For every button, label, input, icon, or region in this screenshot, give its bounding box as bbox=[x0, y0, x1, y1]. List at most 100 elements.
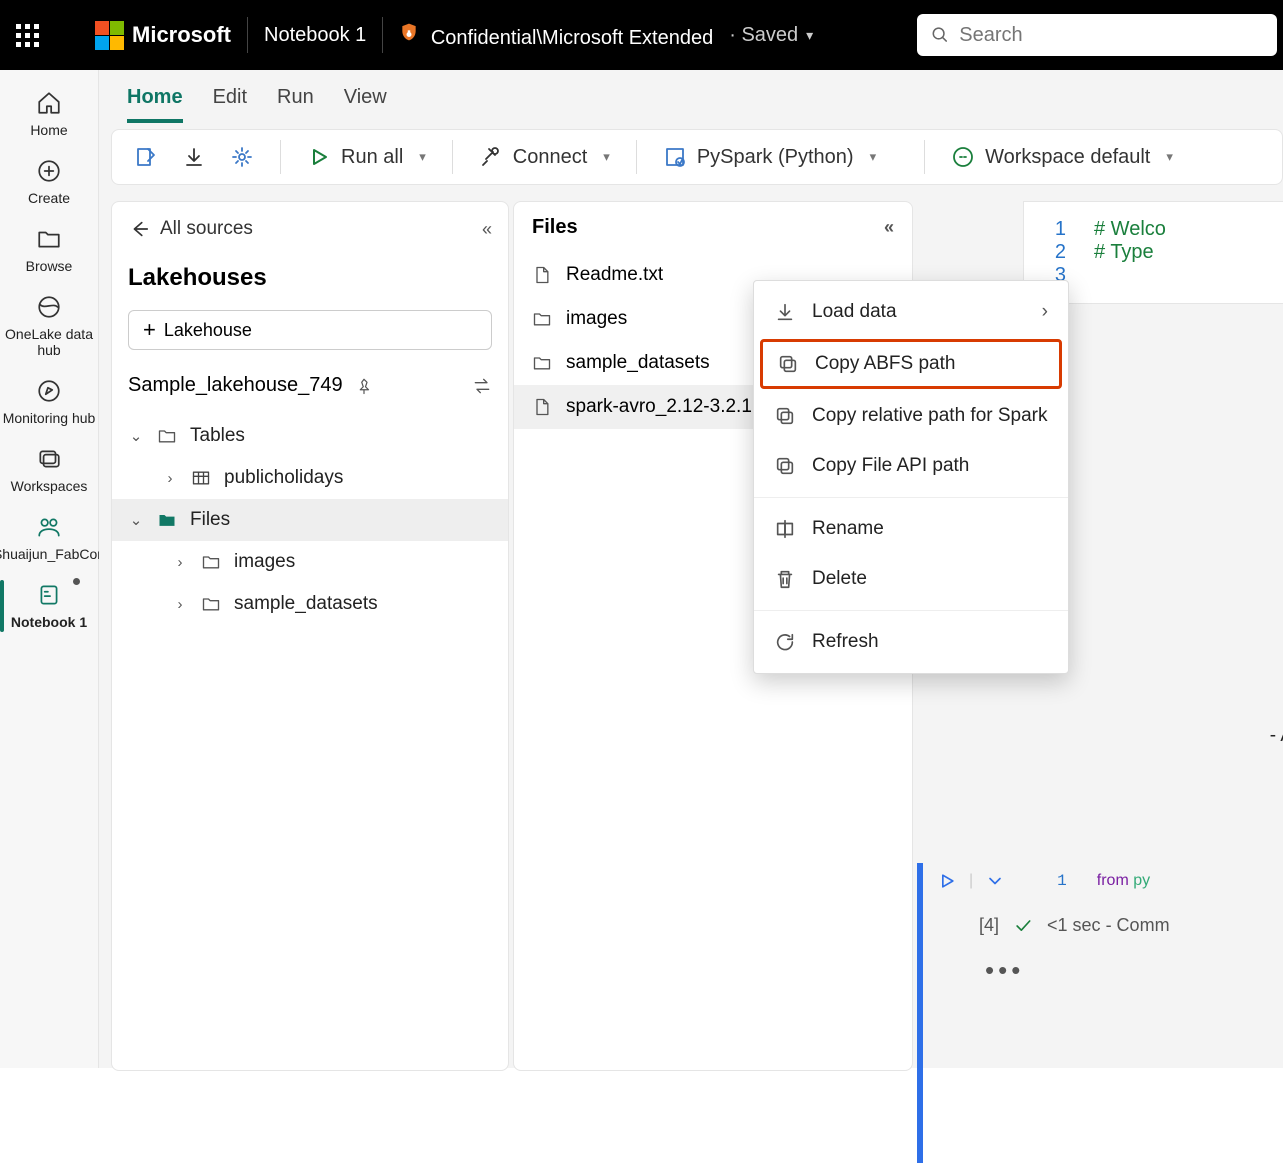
tab-view[interactable]: View bbox=[344, 86, 387, 123]
rail-workspaces[interactable]: Workspaces bbox=[0, 436, 98, 504]
language-icon bbox=[663, 145, 687, 169]
unsaved-dot-icon bbox=[73, 578, 80, 585]
rename-icon bbox=[774, 518, 796, 540]
line-number: 1 bbox=[1036, 218, 1066, 241]
rail-monitoring[interactable]: Monitoring hub bbox=[0, 368, 98, 436]
ribbon-tabs: Home Edit Run View bbox=[99, 70, 1283, 123]
main: Home Edit Run View Run all ▾ Connect ▾ P… bbox=[99, 70, 1283, 1068]
edit-notebook-button[interactable] bbox=[128, 141, 164, 173]
rail-notebook[interactable]: Notebook 1 bbox=[0, 572, 98, 640]
chevron-right-icon: › bbox=[1042, 301, 1048, 323]
folder-icon bbox=[532, 351, 552, 375]
download-button[interactable] bbox=[176, 141, 212, 173]
table-icon bbox=[190, 468, 212, 488]
chevron-down-icon: ▾ bbox=[870, 149, 877, 165]
folder-icon bbox=[36, 226, 62, 252]
folder-icon bbox=[200, 594, 222, 614]
cell-index: [4] bbox=[979, 915, 999, 936]
chevron-down-icon: ▾ bbox=[419, 149, 426, 165]
ctx-copy-relative[interactable]: Copy relative path for Spark bbox=[754, 391, 1068, 441]
tree-folder-item[interactable]: › images bbox=[112, 541, 508, 583]
ctx-delete[interactable]: Delete bbox=[754, 554, 1068, 604]
arrow-left-icon bbox=[128, 218, 150, 240]
tree-tables[interactable]: ⌄ Tables bbox=[112, 415, 508, 457]
menu-separator bbox=[754, 497, 1068, 498]
cell-status: [4] <1 sec - Comm bbox=[979, 915, 1170, 936]
home-icon bbox=[36, 90, 62, 116]
toolbar: Run all ▾ Connect ▾ PySpark (Python) ▾ W… bbox=[111, 129, 1283, 185]
rail-onelake[interactable]: OneLake data hub bbox=[0, 284, 98, 368]
microsoft-squares-icon bbox=[95, 21, 124, 50]
run-all-button[interactable]: Run all ▾ bbox=[301, 141, 432, 173]
copy-icon bbox=[774, 455, 796, 477]
cell-run-controls[interactable]: | 1 from py bbox=[937, 871, 1150, 891]
notebook-icon bbox=[36, 582, 62, 608]
ctx-copy-abfs[interactable]: Copy ABFS path bbox=[760, 339, 1062, 389]
chevron-right-icon: › bbox=[172, 554, 188, 571]
tab-home[interactable]: Home bbox=[127, 86, 183, 123]
environment-dropdown[interactable]: Workspace default ▾ bbox=[945, 141, 1179, 173]
context-menu: Load data › Copy ABFS path Copy relative… bbox=[753, 280, 1069, 674]
folder-icon bbox=[200, 552, 222, 572]
active-indicator bbox=[0, 580, 4, 632]
tree-folder-item[interactable]: › sample_datasets bbox=[112, 583, 508, 625]
tree-table-item[interactable]: › publicholidays bbox=[112, 457, 508, 499]
plus-icon: + bbox=[143, 317, 156, 343]
notebook-title[interactable]: Notebook 1 bbox=[264, 24, 366, 47]
connect-button[interactable]: Connect ▾ bbox=[473, 141, 616, 173]
files-heading: Files bbox=[532, 216, 578, 239]
lakehouse-name-row[interactable]: Sample_lakehouse_749 bbox=[112, 360, 508, 411]
chevron-down-icon: ⌄ bbox=[128, 427, 144, 445]
ctx-copy-fileapi[interactable]: Copy File API path bbox=[754, 441, 1068, 491]
download-icon bbox=[774, 301, 796, 323]
folder-icon bbox=[532, 307, 552, 331]
folder-icon bbox=[156, 426, 178, 446]
rail-home[interactable]: Home bbox=[0, 80, 98, 148]
left-rail: Home Create Browse OneLake data hub Moni… bbox=[0, 70, 99, 1068]
shield-icon bbox=[399, 20, 419, 44]
confidentiality-label[interactable]: Confidential\Microsoft Extended bbox=[399, 20, 713, 50]
language-dropdown[interactable]: PySpark (Python) ▾ bbox=[657, 141, 882, 173]
annotation-text: - A bbox=[1270, 725, 1283, 747]
chevron-down-icon: ▾ bbox=[603, 149, 610, 165]
chevron-down-icon: ⌄ bbox=[128, 511, 144, 529]
swap-icon[interactable] bbox=[472, 376, 492, 396]
back-all-sources[interactable]: All sources bbox=[128, 218, 253, 240]
compass-icon bbox=[36, 378, 62, 404]
rail-browse[interactable]: Browse bbox=[0, 216, 98, 284]
chevron-down-icon: ▾ bbox=[1166, 149, 1173, 165]
collapse-left-icon[interactable]: « bbox=[884, 217, 894, 238]
ctx-load-data[interactable]: Load data › bbox=[754, 287, 1068, 337]
rail-workspace-user[interactable]: Shuaijun_FabCon bbox=[0, 504, 98, 572]
chevron-right-icon: › bbox=[162, 470, 178, 487]
play-icon bbox=[307, 145, 331, 169]
environment-icon bbox=[951, 145, 975, 169]
tab-run[interactable]: Run bbox=[277, 86, 314, 123]
lakehouse-tree: ⌄ Tables › publicholidays ⌄ Files › bbox=[112, 411, 508, 629]
chevron-down-icon: ▾ bbox=[806, 27, 813, 44]
collapse-left-icon[interactable]: « bbox=[482, 219, 492, 240]
rail-create[interactable]: Create bbox=[0, 148, 98, 216]
save-state[interactable]: · Saved ▾ bbox=[729, 24, 813, 47]
lakehouses-heading: Lakehouses bbox=[112, 256, 508, 300]
pin-icon[interactable] bbox=[355, 377, 373, 395]
tree-files[interactable]: ⌄ Files bbox=[112, 499, 508, 541]
microsoft-logo: Microsoft bbox=[95, 21, 231, 50]
ctx-refresh[interactable]: Refresh bbox=[754, 617, 1068, 667]
cell-more-icon[interactable]: ••• bbox=[985, 955, 1024, 986]
people-icon bbox=[36, 514, 62, 540]
search-box[interactable] bbox=[917, 14, 1277, 56]
ctx-rename[interactable]: Rename bbox=[754, 504, 1068, 554]
add-lakehouse-button[interactable]: + Lakehouse bbox=[128, 310, 492, 350]
settings-button[interactable] bbox=[224, 141, 260, 173]
app-launcher-icon[interactable] bbox=[16, 24, 39, 47]
divider bbox=[247, 17, 248, 53]
copy-icon bbox=[777, 353, 799, 375]
brand-text: Microsoft bbox=[132, 22, 231, 48]
chevron-down-icon[interactable] bbox=[985, 871, 1005, 891]
search-input[interactable] bbox=[959, 24, 1263, 47]
globe-icon bbox=[36, 294, 62, 320]
play-icon[interactable] bbox=[937, 871, 957, 891]
tab-edit[interactable]: Edit bbox=[213, 86, 247, 123]
line-number: 2 bbox=[1036, 241, 1066, 264]
